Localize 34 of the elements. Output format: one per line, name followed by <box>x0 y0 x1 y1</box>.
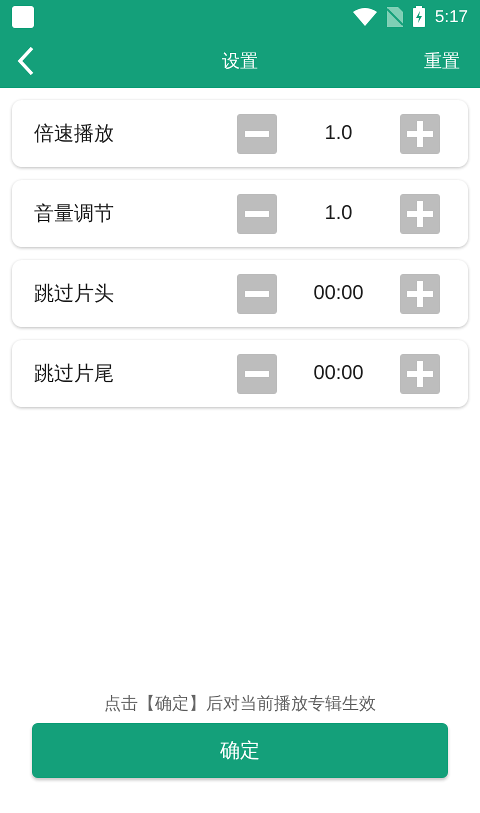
plus-icon <box>407 280 433 306</box>
clock-time: 5:17 <box>434 6 468 26</box>
wifi-icon <box>352 8 377 26</box>
plus-button[interactable] <box>400 194 440 234</box>
confirm-button[interactable]: 确定 <box>32 723 448 778</box>
minus-icon <box>245 130 269 136</box>
battery-icon <box>412 6 425 27</box>
minus-button[interactable] <box>237 274 277 314</box>
minus-icon <box>245 370 269 376</box>
no-sim-icon <box>386 6 403 26</box>
setting-label: 跳过片尾 <box>34 360 115 387</box>
plus-button[interactable] <box>400 114 440 154</box>
setting-value: 00:00 <box>312 282 365 305</box>
minus-icon <box>245 210 269 216</box>
minus-icon <box>245 290 269 296</box>
plus-icon <box>407 120 433 146</box>
plus-icon <box>407 200 433 226</box>
reset-button[interactable]: 重置 <box>420 44 464 76</box>
back-button[interactable] <box>16 46 36 76</box>
minus-button[interactable] <box>237 194 277 234</box>
setting-value: 00:00 <box>312 362 365 385</box>
notification-icon <box>12 6 34 28</box>
hint-text: 点击【确定】后对当前播放专辑生效 <box>104 693 376 715</box>
minus-button[interactable] <box>237 354 277 394</box>
setting-value: 1.0 <box>324 202 354 225</box>
setting-value: 1.0 <box>324 122 354 145</box>
setting-label: 倍速播放 <box>34 120 115 147</box>
page-title: 设置 <box>222 50 258 72</box>
setting-label: 音量调节 <box>34 200 115 227</box>
setting-label: 跳过片头 <box>34 280 115 307</box>
plus-icon <box>407 360 433 386</box>
minus-button[interactable] <box>237 114 277 154</box>
plus-button[interactable] <box>400 274 440 314</box>
plus-button[interactable] <box>400 354 440 394</box>
